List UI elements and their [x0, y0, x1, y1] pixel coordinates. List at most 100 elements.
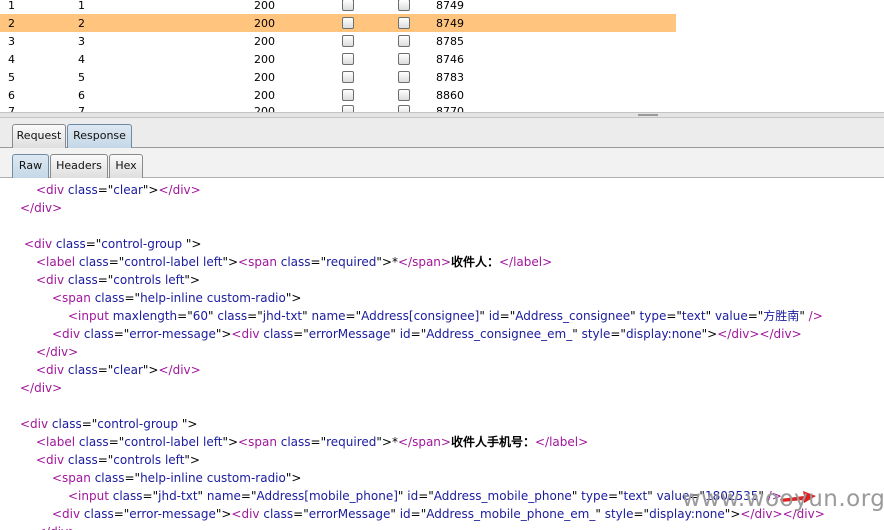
code-token: required: [326, 435, 377, 449]
code-token: class: [55, 237, 86, 251]
code-token: ">: [215, 327, 232, 341]
timeout-checkbox[interactable]: [398, 53, 410, 65]
code-token: 60: [192, 309, 209, 323]
tab-headers[interactable]: Headers: [50, 154, 108, 178]
code-token: Address[mobile_phone]: [256, 489, 398, 503]
code-token: 收件人：: [450, 255, 499, 269]
timeout-checkbox[interactable]: [398, 35, 410, 47]
code-token: </label>: [534, 435, 589, 449]
code-token: />: [808, 309, 823, 323]
code-token: =": [108, 255, 125, 269]
code-token: control-label left: [124, 435, 223, 449]
code-token: ">: [184, 453, 200, 467]
error-checkbox[interactable]: [342, 17, 354, 29]
code-line: </div>: [36, 343, 78, 361]
code-token: =": [124, 471, 141, 485]
response-raw-view[interactable]: <div class="clear"></div> </div> <div clas…: [0, 179, 884, 530]
code-token: required: [326, 255, 377, 269]
code-token: =": [124, 291, 141, 305]
error-checkbox[interactable]: [342, 71, 354, 83]
table-row[interactable]: 6 6 200 8860: [0, 86, 676, 104]
code-token: ">: [142, 363, 159, 377]
code-token: </div>: [20, 381, 63, 395]
code-token: name: [206, 489, 241, 503]
code-token: ">: [701, 327, 718, 341]
error-checkbox[interactable]: [342, 0, 354, 11]
tab-hex[interactable]: Hex: [109, 154, 143, 178]
code-token: Address_consignee_em_: [426, 327, 573, 341]
code-token: jhd-txt: [158, 489, 198, 503]
code-token: class: [263, 327, 294, 341]
code-token: <input: [68, 489, 113, 503]
code-token: ": [390, 507, 400, 521]
results-table-panel: 1 1 200 8749 2 2 200 8749 3 3 200 8785 4 4 200 8746 5 5 20…: [0, 0, 884, 113]
code-line: </div>: [36, 523, 78, 530]
code-token: control-group: [101, 237, 186, 251]
timeout-checkbox[interactable]: [398, 71, 410, 83]
code-line: <label class="control-label left"><span …: [36, 433, 588, 451]
request-number-cell: 3: [8, 35, 15, 48]
code-token: ">: [222, 435, 239, 449]
timeout-checkbox[interactable]: [398, 0, 410, 11]
code-token: errorMessage: [308, 507, 391, 521]
code-token: class: [51, 417, 82, 431]
table-row[interactable]: 3 3 200 8785: [0, 32, 676, 50]
table-row[interactable]: 1 1 200 8749: [0, 0, 676, 14]
table-row[interactable]: 2 2 200 8749: [0, 14, 676, 32]
splitter-grip-icon[interactable]: [638, 114, 658, 116]
table-row[interactable]: 4 4 200 8746: [0, 50, 676, 68]
code-token: 收件人手机号：: [450, 435, 535, 449]
code-token: class: [112, 489, 143, 503]
code-token: =": [247, 309, 263, 323]
code-token: ">*: [376, 435, 398, 449]
code-token: control-group: [97, 417, 182, 431]
error-checkbox[interactable]: [342, 89, 354, 101]
tab-request[interactable]: Request: [12, 124, 66, 148]
tab-raw[interactable]: Raw: [12, 154, 49, 178]
code-token: </label>: [498, 255, 553, 269]
error-checkbox[interactable]: [342, 35, 354, 47]
code-token: </div>: [20, 201, 63, 215]
code-token: =": [633, 507, 650, 521]
code-token: id: [407, 489, 419, 503]
code-token: class: [263, 507, 294, 521]
code-token: </span>: [397, 435, 451, 449]
code-token: <input: [68, 309, 113, 323]
code-token: name: [311, 309, 346, 323]
code-token: =": [418, 489, 434, 503]
code-token: =": [97, 273, 114, 287]
code-token: ">: [215, 507, 232, 521]
timeout-checkbox[interactable]: [398, 17, 410, 29]
code-token: =": [97, 363, 114, 377]
code-token: id: [399, 327, 411, 341]
code-token: =": [310, 255, 327, 269]
payload-cell: 3: [78, 35, 85, 48]
code-token: ": [705, 309, 715, 323]
timeout-checkbox[interactable]: [398, 89, 410, 101]
code-line: <span class="help-inline custom-radio">: [52, 289, 301, 307]
code-token: help-inline custom-radio: [140, 471, 286, 485]
code-token: display:none: [625, 327, 702, 341]
code-line: <div class="controls left">: [36, 451, 200, 469]
code-token: control-label left: [124, 255, 223, 269]
table-row[interactable]: 5 5 200 8783: [0, 68, 676, 86]
status-cell: 200: [254, 53, 275, 66]
code-token: <span: [238, 435, 281, 449]
code-token: </div>: [158, 363, 201, 377]
tab-response[interactable]: Response: [67, 124, 132, 148]
code-token: jhd-txt: [262, 309, 303, 323]
code-token: error-message: [129, 327, 216, 341]
code-token: =": [410, 327, 427, 341]
code-token: ">: [222, 255, 239, 269]
code-line: <div class="control-group ">: [24, 235, 201, 253]
error-checkbox[interactable]: [342, 53, 354, 65]
status-cell: 200: [254, 89, 275, 102]
code-token: class: [67, 453, 98, 467]
code-line: <label class="control-label left"><span …: [36, 253, 552, 271]
code-line: </div>: [20, 199, 62, 217]
code-token: class: [78, 255, 109, 269]
code-token: class: [94, 471, 125, 485]
code-token: =": [310, 435, 327, 449]
code-token: <label: [36, 435, 79, 449]
code-line: <span class="help-inline custom-radio">: [52, 469, 301, 487]
